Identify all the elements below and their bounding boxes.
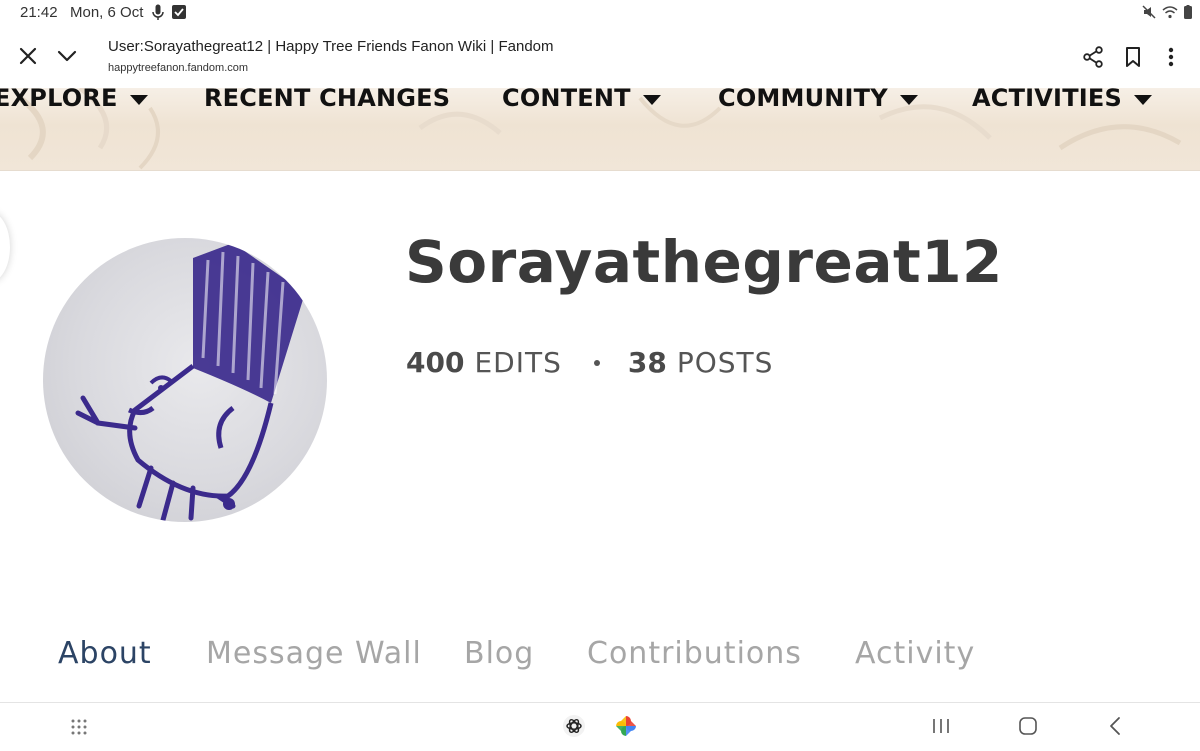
mic-icon xyxy=(152,4,164,20)
close-icon[interactable] xyxy=(16,44,40,68)
tab-about[interactable]: About xyxy=(58,636,152,671)
nav-content-label: CONTENT xyxy=(502,84,631,112)
browser-toolbar xyxy=(0,26,1200,88)
caret-down-icon xyxy=(642,94,661,105)
recents-icon[interactable] xyxy=(932,718,950,734)
share-icon[interactable] xyxy=(1082,46,1104,68)
mute-icon xyxy=(1142,5,1156,19)
nav-explore[interactable]: EXPLORE xyxy=(0,84,148,112)
edge-panel-handle[interactable] xyxy=(0,212,10,282)
chatgpt-icon[interactable] xyxy=(562,714,586,738)
home-icon[interactable] xyxy=(1018,716,1038,736)
page-url: happytreefanon.fandom.com xyxy=(108,62,249,74)
status-icons xyxy=(1142,5,1192,19)
posts-count[interactable]: 38 xyxy=(628,346,667,379)
nav-content[interactable]: CONTENT xyxy=(502,84,661,112)
edits-count: 400 xyxy=(406,346,465,379)
chevron-down-icon[interactable] xyxy=(55,44,79,68)
tab-contributions[interactable]: Contributions xyxy=(587,636,802,671)
avatar xyxy=(43,238,327,522)
bookmark-icon[interactable] xyxy=(1123,46,1143,68)
battery-icon xyxy=(1184,5,1192,19)
photos-icon[interactable] xyxy=(614,714,638,738)
wifi-icon xyxy=(1162,5,1178,18)
nav-recent-changes[interactable]: RECENT CHANGES xyxy=(204,84,450,112)
nav-community-label: COMMUNITY xyxy=(718,84,888,112)
app-grid-icon[interactable] xyxy=(70,718,88,736)
caret-down-icon xyxy=(899,94,918,105)
tab-blog[interactable]: Blog xyxy=(464,636,534,671)
nav-activities[interactable]: ACTIVITIES xyxy=(972,84,1152,112)
nav-explore-label: EXPLORE xyxy=(0,84,118,112)
nav-recent-changes-label: RECENT CHANGES xyxy=(204,84,451,112)
avatar-drawing xyxy=(75,243,305,522)
caret-down-icon xyxy=(129,94,148,105)
profile-username: Sorayathegreat12 xyxy=(405,228,1003,296)
edits-label: EDITS xyxy=(474,346,562,379)
profile-stats: 400 EDITS 38 POSTS xyxy=(406,346,773,379)
tab-activity[interactable]: Activity xyxy=(855,636,975,671)
status-time: 21:42 xyxy=(20,4,58,21)
posts-label[interactable]: POSTS xyxy=(677,346,774,379)
back-icon[interactable] xyxy=(1106,716,1124,736)
caret-down-icon xyxy=(1133,94,1152,105)
status-date: Mon, 6 Oct xyxy=(70,4,144,21)
more-vert-icon[interactable] xyxy=(1163,46,1179,68)
tab-message-wall[interactable]: Message Wall xyxy=(206,636,422,671)
nav-community[interactable]: COMMUNITY xyxy=(718,84,918,112)
page-title: User:Sorayathegreat12 | Happy Tree Frien… xyxy=(108,38,554,55)
nav-activities-label: ACTIVITIES xyxy=(972,84,1122,112)
separator-dot xyxy=(593,359,600,366)
checkbox-icon xyxy=(172,5,186,19)
